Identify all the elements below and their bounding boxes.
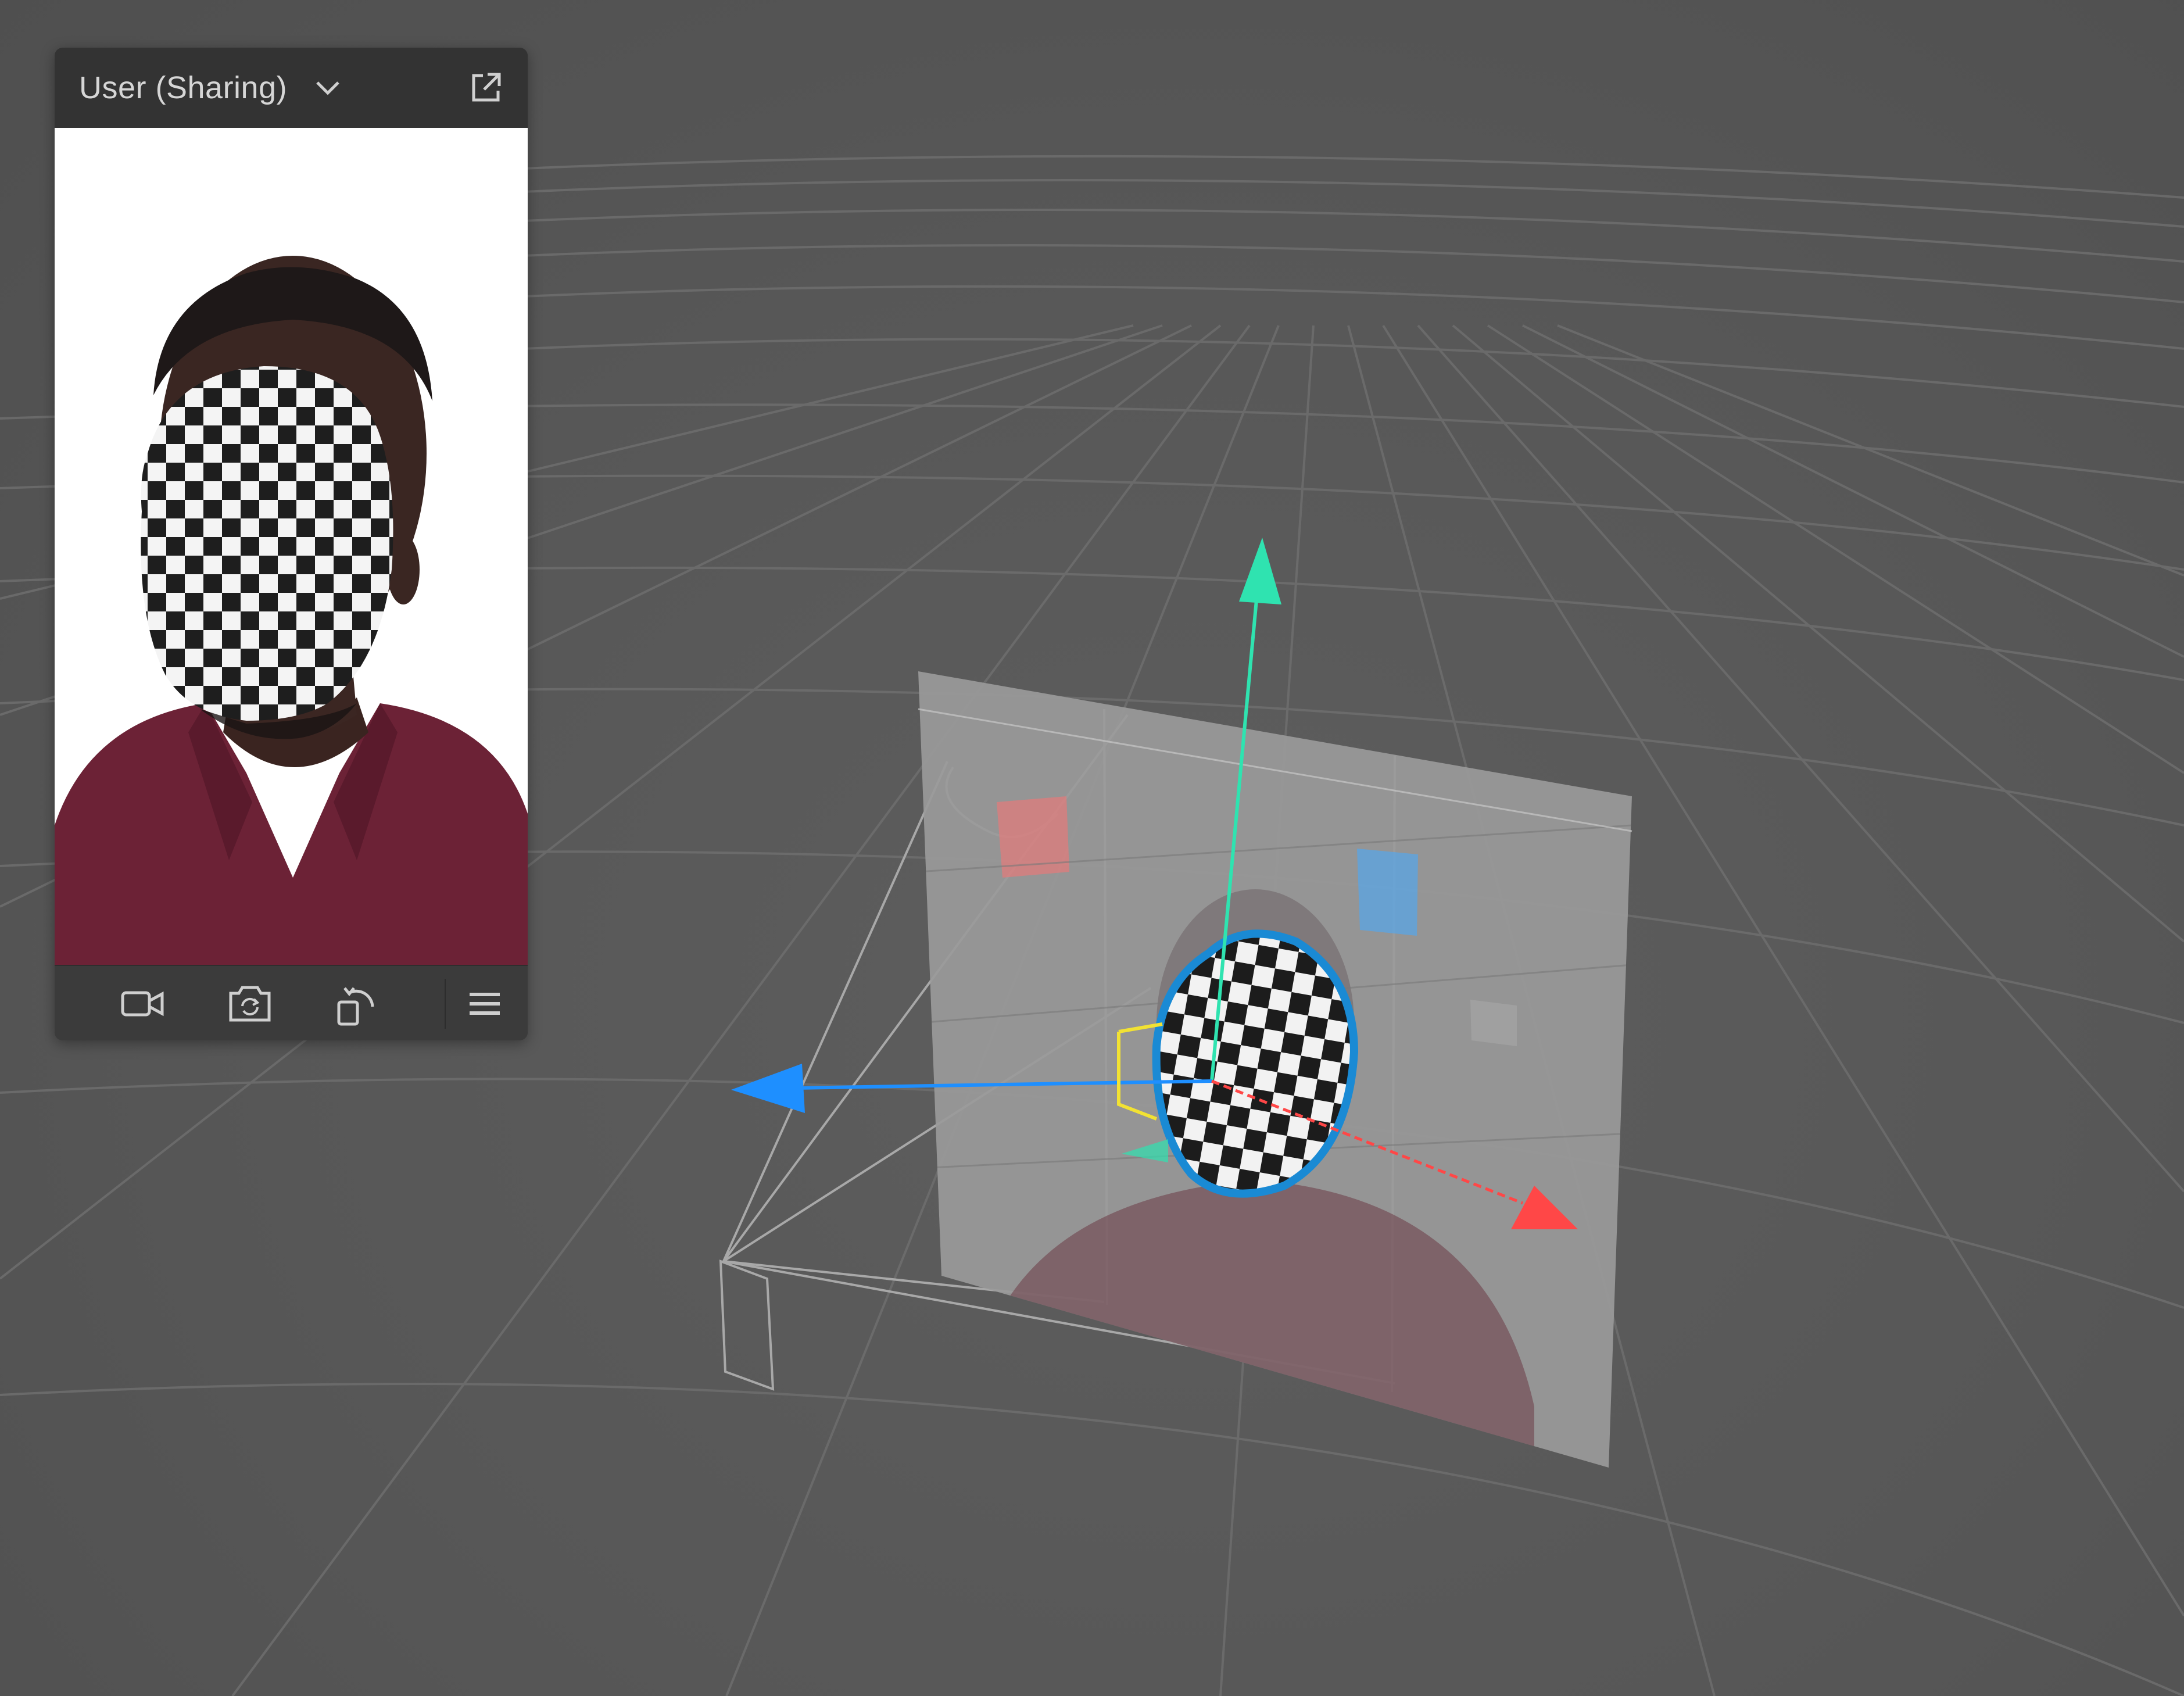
video-camera-icon[interactable]: [116, 980, 170, 1028]
preview-header: User (Sharing): [55, 48, 528, 128]
toolbar-divider: [445, 979, 446, 1029]
camera-feed: [55, 128, 528, 965]
rotate-device-icon[interactable]: [330, 980, 384, 1028]
camera-source-dropdown[interactable]: User (Sharing): [79, 70, 343, 106]
switch-camera-icon[interactable]: [223, 980, 277, 1028]
camera-source-label: User (Sharing): [79, 70, 288, 105]
chevron-down-icon: [313, 73, 343, 103]
camera-feed-image: [55, 128, 528, 965]
face-mesh-3d[interactable]: [1152, 929, 1359, 1198]
hamburger-menu-icon[interactable]: [458, 980, 511, 1028]
camera-preview-panel: User (Sharing): [55, 48, 528, 1040]
x-axis-handle: [731, 1064, 805, 1113]
3d-viewport[interactable]: User (Sharing): [0, 0, 2184, 1696]
popout-icon[interactable]: [467, 69, 504, 106]
y-axis-handle: [1239, 538, 1281, 604]
preview-toolbar: [55, 965, 528, 1040]
